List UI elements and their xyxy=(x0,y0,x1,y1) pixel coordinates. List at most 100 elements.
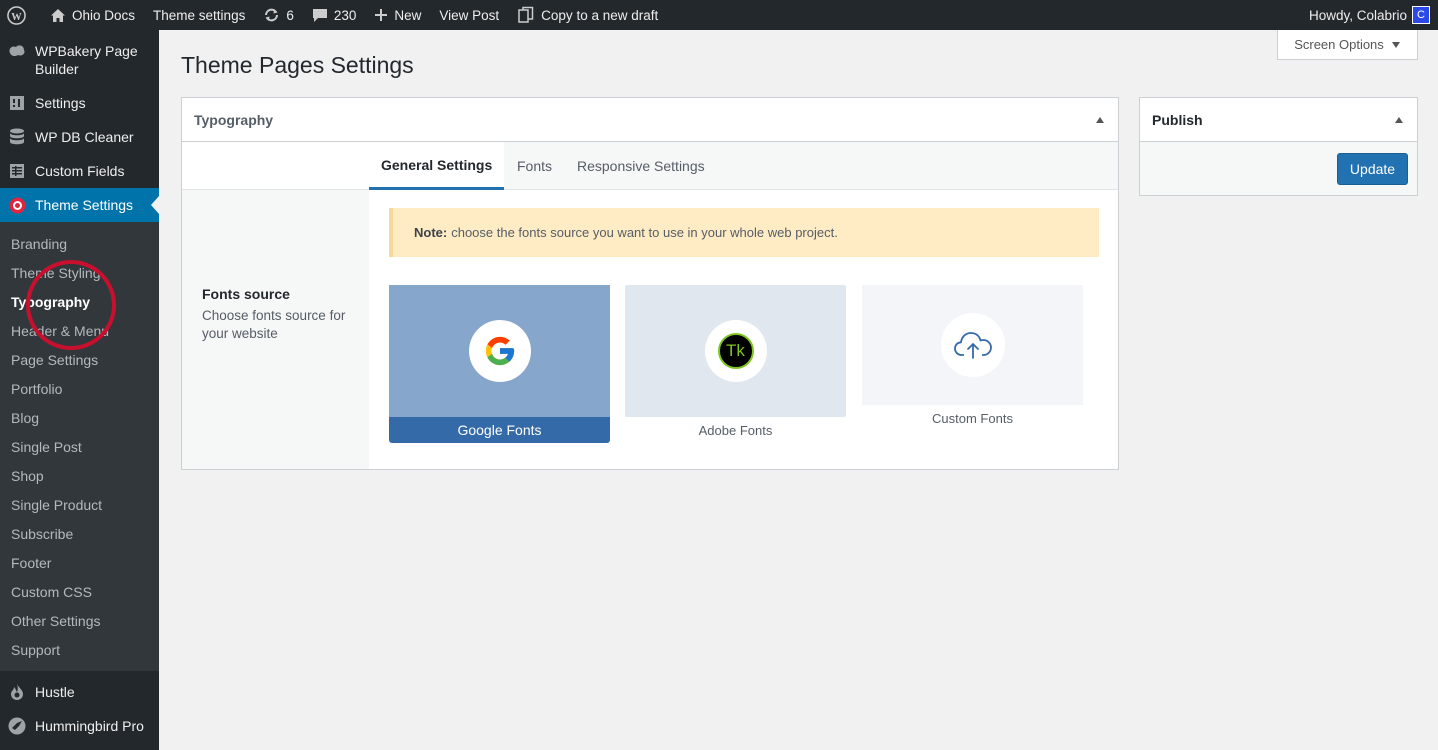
submenu-item-other-settings[interactable]: Other Settings xyxy=(11,612,101,630)
wordpress-icon: W xyxy=(7,5,26,25)
avatar-letter: C xyxy=(1417,9,1425,21)
custom-fonts-circle xyxy=(940,313,1005,377)
comments-link[interactable]: 230 xyxy=(303,0,366,30)
active-indicator xyxy=(151,196,159,214)
database-icon xyxy=(7,128,27,146)
theme-settings-label: Theme settings xyxy=(153,7,246,23)
tab-fonts[interactable]: Fonts xyxy=(505,142,564,189)
wpbakery-icon xyxy=(7,42,27,60)
google-logo-circle xyxy=(468,320,531,382)
cloud-upload-icon xyxy=(953,332,992,359)
sidebar-item-label: WPBakery Page Builder xyxy=(35,43,138,77)
view-post-link[interactable]: View Post xyxy=(430,0,508,30)
tabs-row: General Settings Fonts Responsive Settin… xyxy=(182,142,1118,190)
custom-fonts-box xyxy=(862,285,1083,405)
admin-sidebar: WPBakery Page Builder Settings WP DB Cle… xyxy=(0,30,159,750)
copy-icon xyxy=(518,6,534,23)
avatar: C xyxy=(1412,6,1430,24)
sidebar-item-label: Theme Settings xyxy=(35,197,134,213)
typography-panel: Typography General Settings Fonts Respon… xyxy=(181,97,1119,470)
sidebar-item-label: Hustle xyxy=(35,684,75,700)
page-title: Theme Pages Settings xyxy=(181,52,414,78)
howdy-label: Howdy, Colabrio xyxy=(1308,7,1407,23)
submenu-item-blog[interactable]: Blog xyxy=(11,409,39,427)
new-label: New xyxy=(394,7,422,23)
publish-actions: Update xyxy=(1140,142,1417,195)
sidebar-item-hustle[interactable]: Hustle xyxy=(0,683,159,701)
site-name-link[interactable]: Ohio Docs xyxy=(41,0,144,30)
copy-draft-label: Copy to a new draft xyxy=(541,7,659,23)
sidebar-item-custom-fields[interactable]: Custom Fields xyxy=(0,162,159,180)
google-fonts-label: Google Fonts xyxy=(389,417,610,443)
sidebar-item-theme-settings[interactable]: Theme Settings xyxy=(0,188,159,222)
tab-general-settings[interactable]: General Settings xyxy=(369,142,505,190)
screen-options-label: Screen Options xyxy=(1294,37,1384,52)
tab-responsive-settings[interactable]: Responsive Settings xyxy=(565,142,717,189)
caret-down-icon xyxy=(1391,41,1400,48)
submenu-item-shop[interactable]: Shop xyxy=(11,467,44,485)
note-label: Note: xyxy=(414,225,448,240)
theme-settings-icon xyxy=(7,196,27,214)
submenu-item-header-menu[interactable]: Header & Menu xyxy=(11,322,109,340)
submenu-item-theme-styling[interactable]: Theme Styling xyxy=(11,264,100,282)
sidebar-item-settings[interactable]: Settings xyxy=(0,94,159,112)
google-fonts-option[interactable]: Google Fonts xyxy=(389,285,610,443)
screen-options-button[interactable]: Screen Options xyxy=(1277,30,1418,60)
theme-settings-submenu: Branding Theme Styling Typography Header… xyxy=(0,222,159,671)
custom-fonts-label: Custom Fonts xyxy=(932,411,1013,426)
refresh-icon xyxy=(265,8,279,22)
submenu-item-single-product[interactable]: Single Product xyxy=(11,496,102,514)
sidebar-item-wpbakery[interactable]: WPBakery Page Builder xyxy=(0,42,159,78)
typography-panel-header[interactable]: Typography xyxy=(182,98,1118,142)
submenu-item-custom-css[interactable]: Custom CSS xyxy=(11,583,92,601)
adobe-fonts-label: Adobe Fonts xyxy=(698,423,773,438)
submenu-item-portfolio[interactable]: Portfolio xyxy=(11,380,62,398)
custom-fields-icon xyxy=(7,162,27,180)
new-content-link[interactable]: New xyxy=(365,0,430,30)
typekit-badge-text: Tk xyxy=(726,341,745,360)
copy-draft-link[interactable]: Copy to a new draft xyxy=(508,0,667,30)
sidebar-item-wp-db-cleaner[interactable]: WP DB Cleaner xyxy=(0,128,159,146)
sidebar-item-label: Settings xyxy=(35,95,86,111)
update-button[interactable]: Update xyxy=(1337,153,1408,185)
updates-link[interactable]: 6 xyxy=(254,0,303,30)
note-text: choose the fonts source you want to use … xyxy=(451,225,838,240)
settings-icon xyxy=(7,94,27,112)
site-name: Ohio Docs xyxy=(72,7,136,23)
sidebar-item-label: Custom Fields xyxy=(35,163,125,179)
fonts-source-description: Choose fonts source for your website xyxy=(202,308,346,341)
comment-icon xyxy=(312,8,327,22)
adobe-fonts-option[interactable]: Tk Adobe Fonts xyxy=(625,285,846,438)
admin-bar: W Ohio Docs Theme settings 6 230 New Vie… xyxy=(0,0,1438,30)
adobe-fonts-box: Tk xyxy=(625,285,846,417)
collapse-caret-icon[interactable] xyxy=(1096,117,1104,123)
sidebar-item-label: Hummingbird Pro xyxy=(35,718,144,734)
submenu-item-support[interactable]: Support xyxy=(11,641,60,659)
submenu-item-page-settings[interactable]: Page Settings xyxy=(11,351,98,369)
hummingbird-icon xyxy=(7,717,27,735)
wordpress-logo-button[interactable]: W xyxy=(0,0,41,30)
submenu-item-branding[interactable]: Branding xyxy=(11,235,67,253)
adobe-logo-circle: Tk xyxy=(704,320,767,382)
submenu-item-single-post[interactable]: Single Post xyxy=(11,438,82,456)
collapse-caret-icon[interactable] xyxy=(1395,117,1403,123)
submenu-item-typography[interactable]: Typography xyxy=(11,293,90,311)
note-banner: Note: choose the fonts source you want t… xyxy=(389,208,1099,257)
typekit-icon: Tk xyxy=(717,333,754,369)
fonts-source-title: Fonts source xyxy=(202,286,290,302)
publish-panel: Publish Update xyxy=(1139,97,1418,196)
home-icon xyxy=(51,8,65,22)
my-account-link[interactable]: Howdy, Colabrio C xyxy=(1309,0,1438,30)
submenu-item-subscribe[interactable]: Subscribe xyxy=(11,525,73,543)
publish-panel-header[interactable]: Publish xyxy=(1140,98,1417,142)
sidebar-item-hummingbird[interactable]: Hummingbird Pro xyxy=(0,717,159,735)
custom-fonts-option[interactable]: Custom Fonts xyxy=(862,285,1083,426)
updates-count: 6 xyxy=(286,7,294,23)
hustle-icon xyxy=(7,683,27,701)
publish-title: Publish xyxy=(1152,111,1203,128)
view-post-label: View Post xyxy=(439,7,500,23)
submenu-item-footer[interactable]: Footer xyxy=(11,554,51,572)
google-icon xyxy=(485,336,514,366)
theme-settings-link[interactable]: Theme settings xyxy=(144,0,254,30)
comments-count: 230 xyxy=(333,7,357,23)
